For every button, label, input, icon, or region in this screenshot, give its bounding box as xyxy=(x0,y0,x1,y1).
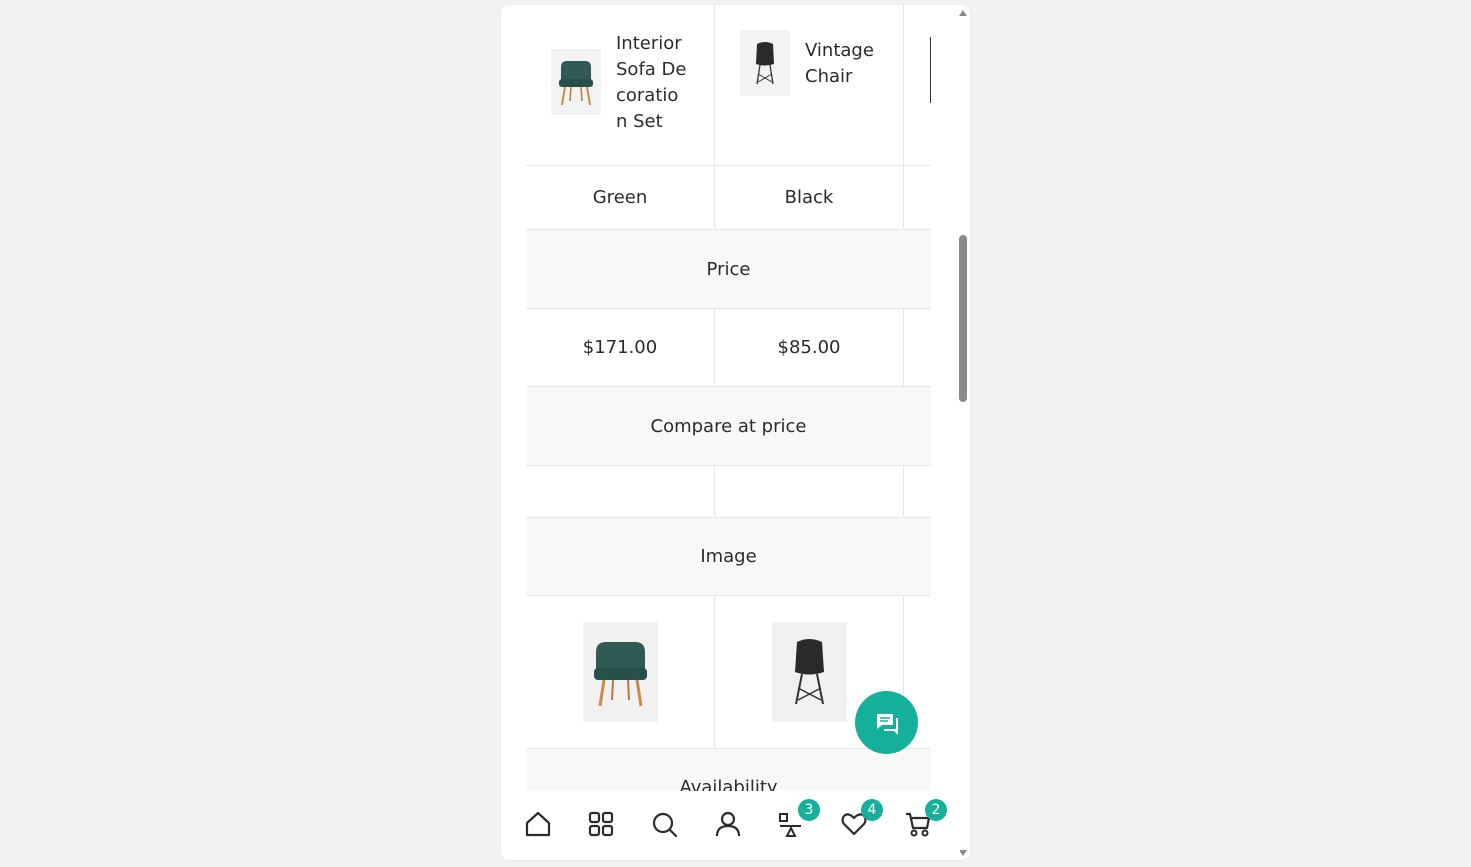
nav-account[interactable] xyxy=(713,809,743,839)
green-chair-thumbnail[interactable] xyxy=(551,49,601,115)
compare-price-value xyxy=(526,466,715,517)
empty-cell xyxy=(904,309,931,386)
section-header-compare-price: Compare at price xyxy=(526,387,931,466)
empty-cell xyxy=(904,466,931,517)
product-name[interactable]: Interior Sofa De coratio n Set xyxy=(616,31,694,135)
scrollbar[interactable] xyxy=(958,5,968,860)
compare-count-badge: 3 xyxy=(798,799,820,821)
nav-compare[interactable]: 3 xyxy=(776,799,820,839)
section-header-availability: Availability xyxy=(526,749,931,792)
green-chair-image[interactable] xyxy=(582,622,658,722)
partial-thumbnail-edge xyxy=(930,37,931,103)
wishlist-count-badge: 4 xyxy=(861,799,883,821)
nav-cart[interactable]: 2 xyxy=(903,799,947,839)
product-cell[interactable]: Interior Sofa De coratio n Set xyxy=(526,5,715,165)
color-value: Black xyxy=(715,166,904,229)
nav-search[interactable] xyxy=(649,809,679,839)
table-row xyxy=(526,466,931,518)
empty-cell xyxy=(904,166,931,229)
black-chair-image[interactable] xyxy=(771,622,847,722)
table-row: Green Black xyxy=(526,166,931,230)
green-chair-icon xyxy=(559,61,593,106)
compare-table: Interior Sofa De coratio n Set Vintage C… xyxy=(526,5,931,792)
price-value: $85.00 xyxy=(715,309,904,386)
image-cell xyxy=(526,596,715,748)
price-value: $171.00 xyxy=(526,309,715,386)
table-row: $171.00 $85.00 xyxy=(526,309,931,387)
cart-count-badge: 2 xyxy=(925,799,947,821)
scroll-down-arrow-icon[interactable] xyxy=(959,850,967,856)
nav-wishlist[interactable]: 4 xyxy=(839,799,883,839)
nav-collections[interactable] xyxy=(586,809,616,839)
chat-icon xyxy=(876,713,898,735)
home-icon xyxy=(525,811,551,837)
color-value: Green xyxy=(526,166,715,229)
scroll-up-arrow-icon[interactable] xyxy=(959,10,967,16)
chat-button[interactable] xyxy=(855,691,918,754)
mobile-frame: Interior Sofa De coratio n Set Vintage C… xyxy=(501,5,970,860)
grid-icon xyxy=(588,811,614,837)
bottom-navigation: 3 4 2 xyxy=(501,791,960,860)
green-chair-image-icon xyxy=(593,642,647,707)
section-header-image: Image xyxy=(526,518,931,596)
table-row: Interior Sofa De coratio n Set Vintage C… xyxy=(526,5,931,166)
compare-price-value xyxy=(715,466,904,517)
black-chair-thumbnail[interactable] xyxy=(740,30,790,96)
scrollbar-thumb[interactable] xyxy=(959,235,967,402)
black-chair-icon xyxy=(756,42,774,85)
search-icon xyxy=(652,812,678,838)
account-icon xyxy=(715,811,741,837)
black-chair-image-icon xyxy=(794,639,824,705)
nav-home[interactable] xyxy=(523,809,553,839)
product-cell[interactable]: Vintage Chair xyxy=(715,5,904,165)
section-header-price: Price xyxy=(526,230,931,309)
product-name[interactable]: Vintage Chair xyxy=(805,38,885,90)
product-cell-partial xyxy=(904,5,931,165)
